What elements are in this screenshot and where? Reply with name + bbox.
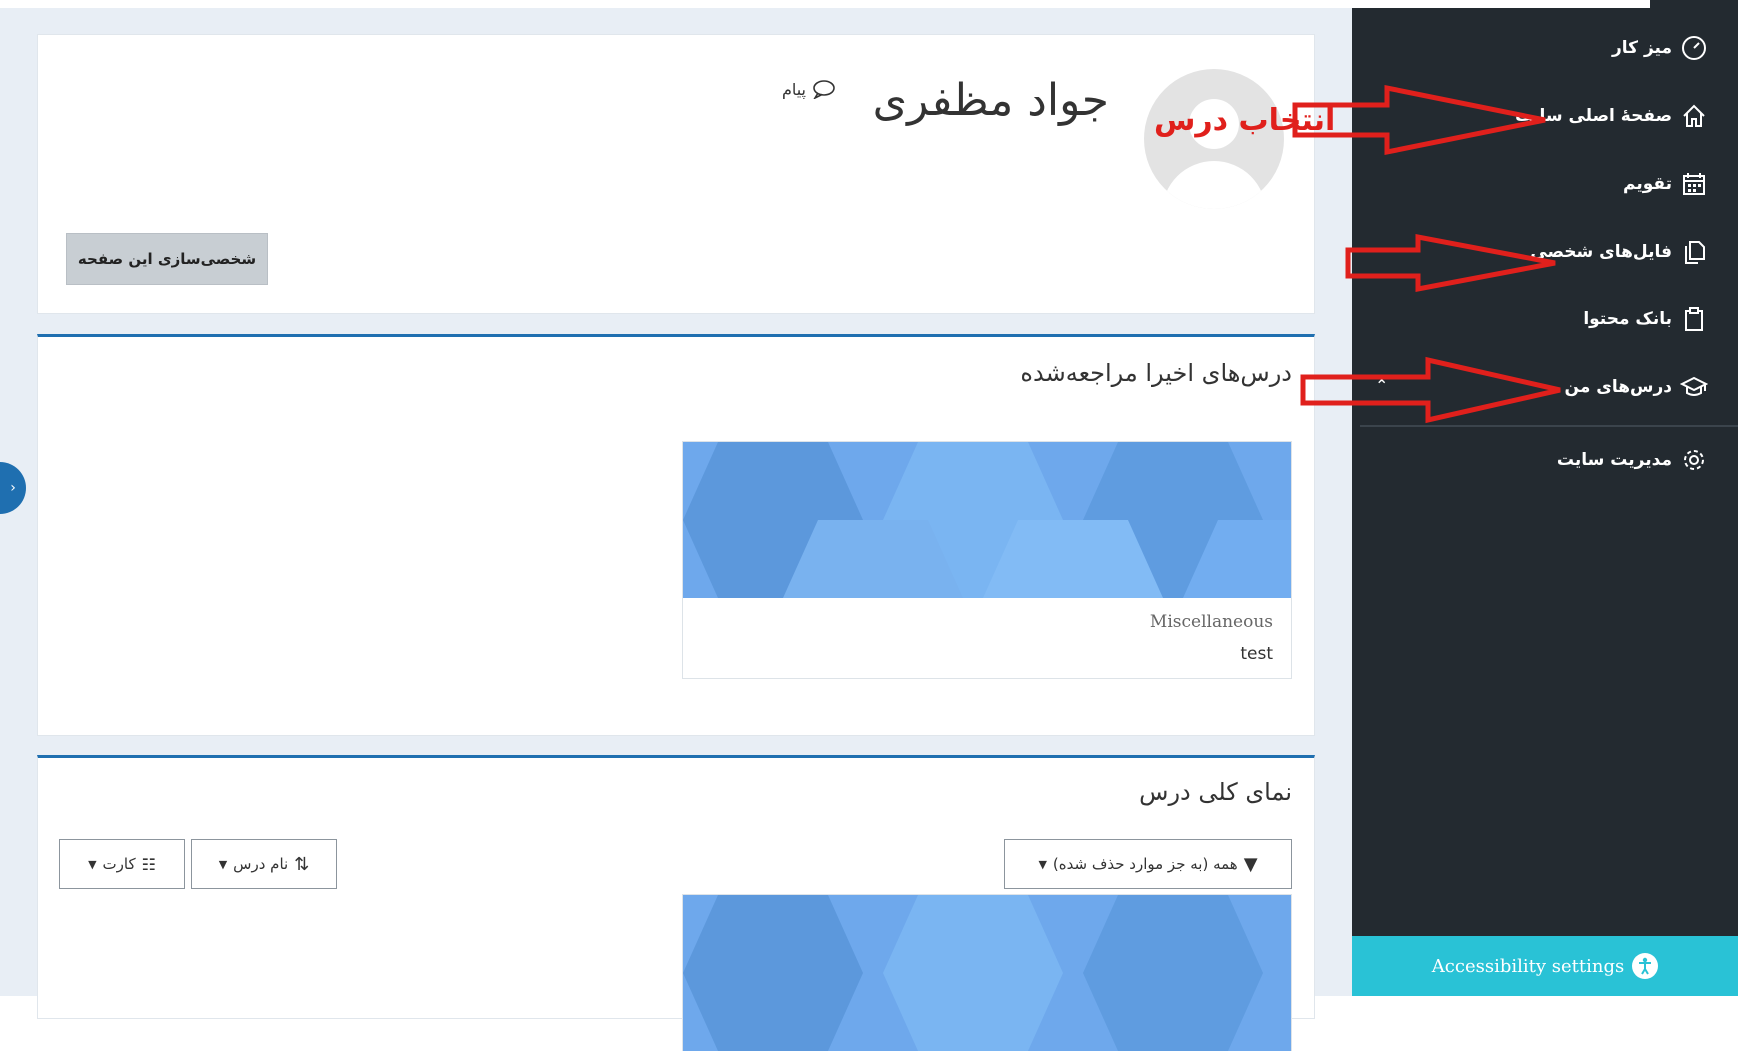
sort-label: نام درس [233, 855, 289, 873]
graduation-cap-icon [1680, 373, 1708, 401]
caret-down-icon: ▼ [1038, 857, 1047, 871]
nav-label: مدیریت سایت [1556, 450, 1672, 470]
annotation-arrow-icon [1300, 356, 1561, 424]
course-overview-title: نمای کلی درس [1139, 778, 1292, 806]
home-icon [1680, 102, 1708, 130]
view-label: کارت [102, 855, 136, 873]
accessibility-label: Accessibility settings [1431, 955, 1625, 977]
view-dropdown[interactable]: ☷ کارت ▼ [59, 839, 185, 889]
customize-page-button[interactable]: شخصی‌سازی این صفحه [66, 233, 268, 285]
filter-icon: ▼ [1243, 853, 1258, 875]
gear-icon [1680, 446, 1708, 474]
user-name: جواد مظفری [872, 75, 1109, 126]
message-link[interactable]: پیام [782, 79, 836, 99]
nav-item-content-bank[interactable]: بانک محتوا [1583, 299, 1708, 339]
course-image[interactable] [683, 895, 1291, 1051]
recent-courses-card: درس‌های اخیرا مراجعه‌شده Miscellaneous t… [37, 334, 1315, 736]
top-strip [0, 0, 1352, 8]
nav-item-calendar[interactable]: تقویم [1623, 164, 1708, 204]
nav-label: تقویم [1623, 174, 1672, 194]
accessibility-icon [1632, 953, 1659, 979]
caret-down-icon: ▼ [218, 857, 228, 871]
speech-bubble-icon [813, 80, 835, 99]
files-icon [1680, 238, 1708, 266]
sort-dropdown[interactable]: ⇅ نام درس ▼ [191, 839, 337, 889]
nav-item-site-admin[interactable]: مدیریت سایت [1557, 440, 1708, 480]
calendar-icon [1680, 170, 1708, 198]
chevron-right-icon: › [10, 480, 16, 496]
grid-icon: ☷ [141, 854, 156, 874]
annotation-arrow-icon [1292, 84, 1546, 156]
avatar [1144, 69, 1284, 209]
caret-down-icon: ▼ [88, 857, 97, 871]
recent-courses-title: درس‌های اخیرا مراجعه‌شده [1020, 359, 1292, 387]
course-name-link[interactable]: test [701, 644, 1273, 664]
course-card[interactable] [682, 894, 1292, 1051]
course-overview-card: نمای کلی درس ▼ همه (به جز موارد حذف شده)… [37, 755, 1315, 1051]
filter-label: همه (به جز موارد حذف شده) [1052, 855, 1238, 873]
nav-item-dashboard[interactable]: میز کار [1612, 28, 1708, 68]
nav-item-my-courses[interactable]: درس‌های من [1565, 367, 1708, 407]
message-label: پیام [781, 79, 806, 99]
nav-label: بانک محتوا [1583, 309, 1672, 329]
clipboard-icon [1680, 305, 1708, 333]
page-header-card: جواد مظفری پیام شخصی‌سازی این صفحه [37, 34, 1315, 314]
gauge-icon [1680, 34, 1708, 62]
course-card[interactable]: Miscellaneous test [682, 441, 1292, 679]
annotation-arrow-icon [1345, 233, 1556, 293]
accessibility-settings-button[interactable]: Accessibility settings [1352, 936, 1738, 996]
filter-dropdown[interactable]: ▼ همه (به جز موارد حذف شده) ▼ [1004, 839, 1292, 889]
course-category: Miscellaneous [1149, 612, 1273, 632]
nav-divider [1360, 425, 1738, 427]
nav-label: درس‌های من [1564, 377, 1672, 397]
sort-icon: ⇅ [294, 853, 310, 875]
nav-label: میز کار [1611, 38, 1672, 58]
course-image[interactable] [683, 442, 1291, 598]
sidebar-top-strip [1352, 0, 1650, 8]
